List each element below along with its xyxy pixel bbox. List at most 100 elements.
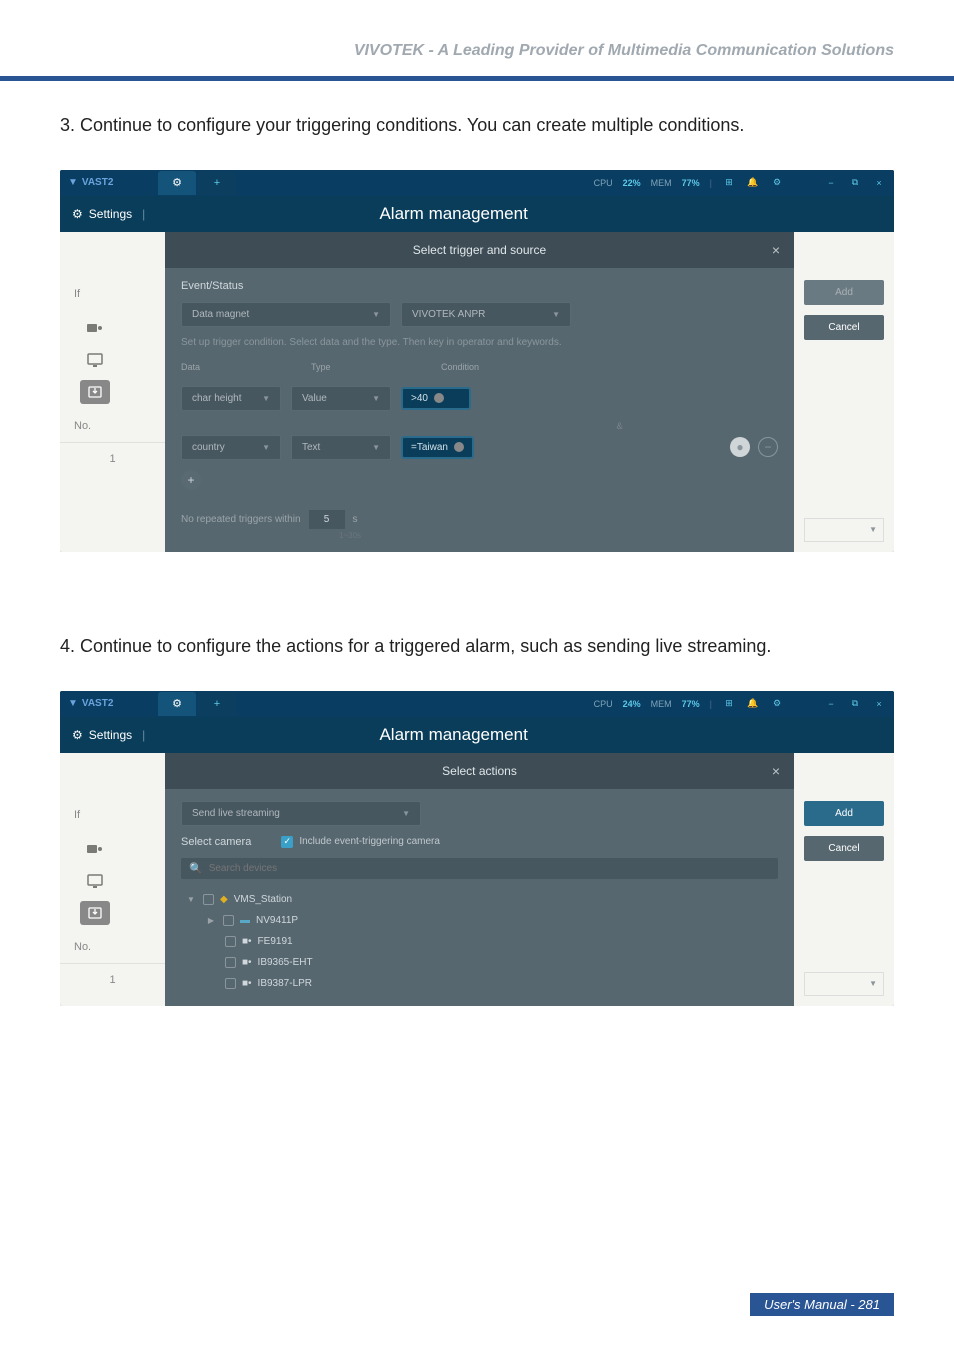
bell-icon[interactable]: 🔔: [746, 697, 760, 711]
tree-cam-0[interactable]: ■• FE9191: [181, 931, 778, 952]
right-panel: Add Cancel ▼: [794, 232, 894, 552]
tree-cam-2[interactable]: ■• IB9387-LPR: [181, 973, 778, 994]
checkbox[interactable]: [223, 915, 234, 926]
right-dropdown[interactable]: ▼: [804, 972, 884, 996]
search-devices[interactable]: 🔍: [181, 858, 778, 879]
triangle-icon: ▼: [68, 698, 78, 709]
search-input[interactable]: [209, 863, 770, 874]
settings-breadcrumb[interactable]: ⚙ Settings |: [72, 207, 145, 221]
close-icon[interactable]: ×: [772, 242, 780, 258]
type-select-1[interactable]: Value ▼: [291, 386, 391, 411]
add-button[interactable]: Add: [804, 801, 884, 826]
checkbox[interactable]: [225, 978, 236, 989]
clear-icon[interactable]: [454, 442, 464, 452]
close-icon[interactable]: ×: [872, 697, 886, 711]
condition-input-1[interactable]: >40: [401, 387, 471, 410]
tree-cam-2-label: IB9387-LPR: [258, 978, 312, 989]
tab-add[interactable]: +: [198, 171, 236, 195]
screenshot-2: ▼ VAST2 ⚙ + CPU 24% MEM 77% |: [60, 691, 894, 1006]
gear-icon[interactable]: ⚙: [770, 176, 784, 190]
grid-icon[interactable]: ⊞: [722, 176, 736, 190]
radio-toggle[interactable]: ●: [730, 437, 750, 457]
app-titlebar: ▼ VAST2 ⚙ + CPU 22% MEM 77% |: [60, 170, 894, 196]
checkbox[interactable]: [225, 936, 236, 947]
bell-icon[interactable]: 🔔: [746, 176, 760, 190]
mem-val: 77%: [682, 178, 700, 188]
restore-icon[interactable]: ⧉: [848, 176, 862, 190]
repeat-hint: 1~30s: [181, 531, 778, 540]
clear-icon[interactable]: [434, 393, 444, 403]
page-footer: User's Manual - 281: [750, 1293, 894, 1316]
select-camera-label: Select camera: [181, 836, 251, 848]
restore-icon[interactable]: ⧉: [848, 697, 862, 711]
collapse-icon[interactable]: ▼: [185, 895, 197, 904]
camera-icon: ■•: [242, 957, 252, 968]
add-button[interactable]: Add: [804, 280, 884, 305]
tree-root[interactable]: ▼ ◆ VMS_Station: [181, 889, 778, 910]
tab-gear[interactable]: ⚙: [158, 692, 196, 716]
row-1[interactable]: 1: [60, 964, 165, 996]
settings-label: Settings: [89, 207, 132, 221]
repeat-unit: s: [353, 514, 358, 525]
search-icon: 🔍: [189, 862, 203, 875]
left-panel: If No. 1: [60, 753, 165, 1006]
type-select-2[interactable]: Text ▼: [291, 435, 391, 460]
camera-source-icon[interactable]: [80, 837, 110, 861]
cpu-label: CPU: [594, 699, 613, 709]
camera-source-icon[interactable]: [80, 316, 110, 340]
data-select-1[interactable]: char height ▼: [181, 386, 281, 411]
action-value: Send live streaming: [192, 808, 280, 819]
minimize-icon[interactable]: −: [824, 697, 838, 711]
chevron-down-icon: ▼: [869, 979, 877, 988]
checkbox[interactable]: [225, 957, 236, 968]
checkbox[interactable]: [203, 894, 214, 905]
cancel-button[interactable]: Cancel: [804, 315, 884, 340]
close-icon[interactable]: ×: [872, 176, 886, 190]
settings-breadcrumb[interactable]: ⚙ Settings |: [72, 728, 145, 742]
repeat-label: No repeated triggers within: [181, 514, 301, 525]
minimize-icon[interactable]: −: [824, 176, 838, 190]
tab-add[interactable]: +: [198, 692, 236, 716]
right-dropdown[interactable]: ▼: [804, 518, 884, 542]
gear-icon[interactable]: ⚙: [770, 697, 784, 711]
tree-cam-1[interactable]: ■• IB9365-EHT: [181, 952, 778, 973]
if-label: If: [60, 799, 165, 831]
remove-row-button[interactable]: −: [758, 437, 778, 457]
tab-gear[interactable]: ⚙: [158, 171, 196, 195]
expand-icon[interactable]: ▶: [205, 916, 217, 925]
chevron-down-icon: ▼: [372, 443, 380, 452]
app-name: VAST2: [82, 698, 114, 709]
close-icon[interactable]: ×: [772, 763, 780, 779]
screenshot-1: ▼ VAST2 ⚙ + CPU 22% MEM 77% |: [60, 170, 894, 552]
grid-icon[interactable]: ⊞: [722, 697, 736, 711]
monitor-source-icon[interactable]: [80, 348, 110, 372]
tree-nvr[interactable]: ▶ ▬ NV9411P: [181, 910, 778, 931]
data-source-icon[interactable]: [80, 380, 110, 404]
row-1[interactable]: 1: [60, 443, 165, 475]
panel-title: Select actions: [442, 764, 517, 778]
settings-label: Settings: [89, 728, 132, 742]
repeat-seconds-input[interactable]: [309, 510, 345, 529]
app-name: VAST2: [82, 177, 114, 188]
source-select-1[interactable]: Data magnet ▼: [181, 302, 391, 327]
gear-icon: ⚙: [72, 207, 83, 221]
source-select-2[interactable]: VIVOTEK ANPR ▼: [401, 302, 571, 327]
monitor-source-icon[interactable]: [80, 869, 110, 893]
type-2-value: Text: [302, 442, 320, 453]
amp-divider: &: [181, 421, 778, 431]
data-source-icon[interactable]: [80, 901, 110, 925]
cpu-label: CPU: [594, 178, 613, 188]
action-select[interactable]: Send live streaming ▼: [181, 801, 421, 826]
chevron-down-icon: ▼: [552, 310, 560, 319]
data-select-2[interactable]: country ▼: [181, 435, 281, 460]
plus-icon: +: [214, 698, 220, 710]
condition-input-2[interactable]: =Taiwan: [401, 436, 474, 459]
include-trigger-checkbox[interactable]: ✓ Include event-triggering camera: [281, 836, 440, 848]
no-header: No.: [60, 931, 165, 964]
cancel-button[interactable]: Cancel: [804, 836, 884, 861]
chevron-down-icon: ▼: [262, 443, 270, 452]
add-row-button[interactable]: +: [181, 470, 201, 490]
data-2-value: country: [192, 442, 225, 453]
mem-label: MEM: [651, 699, 672, 709]
main-panel: Select actions × Send live streaming ▼ S…: [165, 753, 794, 1006]
